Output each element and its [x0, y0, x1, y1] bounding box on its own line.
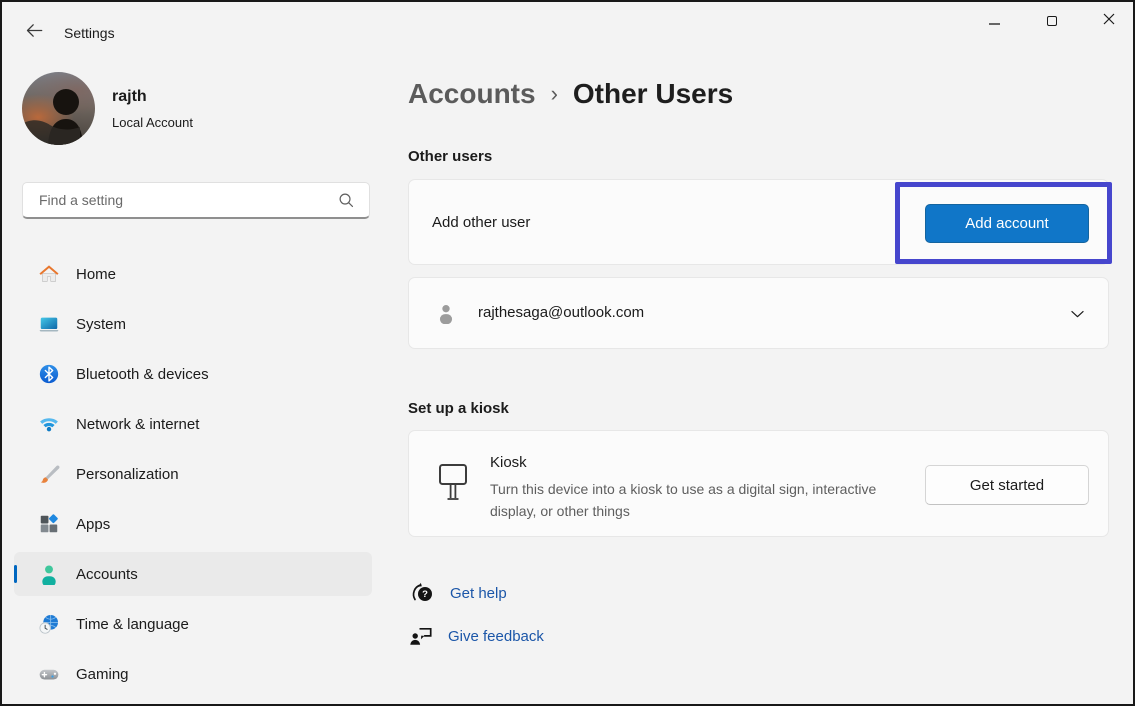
- time-language-icon: [38, 613, 60, 635]
- back-button[interactable]: [18, 18, 50, 48]
- user-avatar[interactable]: [22, 72, 95, 145]
- close-icon: [1103, 12, 1115, 30]
- give-feedback-link[interactable]: Give feedback: [406, 623, 544, 650]
- breadcrumb-accounts[interactable]: Accounts: [408, 78, 536, 110]
- sidebar-item-gaming[interactable]: Gaming: [14, 652, 372, 696]
- sidebar-item-accounts[interactable]: Accounts: [14, 552, 372, 596]
- maximize-icon: [1047, 16, 1057, 26]
- sidebar-item-label: Personalization: [76, 466, 179, 483]
- sidebar-item-bluetooth-devices[interactable]: Bluetooth & devices: [14, 352, 372, 396]
- person-icon: [435, 302, 457, 324]
- gaming-icon: [38, 663, 60, 685]
- kiosk-title: Kiosk: [490, 454, 527, 471]
- chevron-down-icon[interactable]: [1068, 304, 1087, 323]
- svg-text:?: ?: [422, 589, 428, 600]
- apps-icon: [38, 513, 60, 535]
- get-help-label: Get help: [450, 585, 507, 602]
- personalization-icon: [38, 463, 60, 485]
- sidebar-item-label: Accounts: [76, 566, 138, 583]
- add-other-user-label: Add other user: [432, 214, 530, 231]
- minimize-button[interactable]: [971, 4, 1017, 38]
- page-title: Other Users: [573, 78, 733, 110]
- sidebar-item-home[interactable]: Home: [14, 252, 372, 296]
- add-account-button[interactable]: Add account: [925, 204, 1089, 243]
- sidebar-item-label: Home: [76, 266, 116, 283]
- account-email: rajthesaga@outlook.com: [478, 304, 644, 321]
- back-arrow-icon: [24, 20, 45, 46]
- sidebar-item-label: Gaming: [76, 666, 129, 683]
- sidebar-item-label: Apps: [76, 516, 110, 533]
- sidebar-item-label: Bluetooth & devices: [76, 366, 209, 383]
- system-icon: [38, 313, 60, 335]
- sidebar-item-personalization[interactable]: Personalization: [14, 452, 372, 496]
- breadcrumb: Accounts › Other Users: [408, 78, 733, 110]
- give-feedback-label: Give feedback: [448, 628, 544, 645]
- sidebar-item-label: System: [76, 316, 126, 333]
- kiosk-description: Turn this device into a kiosk to use as …: [490, 478, 920, 522]
- search-icon: [338, 192, 355, 209]
- accounts-icon: [38, 563, 60, 585]
- sidebar-item-network-internet[interactable]: Network & internet: [14, 402, 372, 446]
- network-icon: [38, 413, 60, 435]
- other-users-heading: Other users: [408, 148, 492, 165]
- search-box[interactable]: [22, 182, 370, 219]
- sidebar-item-time-language[interactable]: Time & language: [14, 602, 372, 646]
- user-name: rajth: [112, 88, 147, 106]
- get-help-icon: ?: [408, 580, 438, 607]
- window-title: Settings: [64, 25, 115, 41]
- breadcrumb-separator: ›: [551, 81, 558, 107]
- sidebar-item-label: Network & internet: [76, 416, 199, 433]
- close-button[interactable]: [1086, 4, 1132, 38]
- kiosk-section-heading: Set up a kiosk: [408, 400, 509, 417]
- sidebar-item-system[interactable]: System: [14, 302, 372, 346]
- bluetooth-icon: [38, 363, 60, 385]
- user-account-type: Local Account: [112, 115, 193, 130]
- get-started-button[interactable]: Get started: [925, 465, 1089, 505]
- give-feedback-icon: [406, 623, 436, 650]
- sidebar-item-label: Time & language: [76, 616, 189, 633]
- search-input[interactable]: [23, 192, 338, 208]
- maximize-button[interactable]: [1029, 4, 1075, 38]
- get-help-link[interactable]: ? Get help: [408, 580, 507, 607]
- sidebar-item-apps[interactable]: Apps: [14, 502, 372, 546]
- sidebar-nav: Home System Bluetooth & devices Network …: [14, 252, 372, 702]
- minimize-icon: [989, 12, 1000, 30]
- selected-indicator: [14, 565, 17, 583]
- home-icon: [38, 263, 60, 285]
- kiosk-icon: [437, 462, 469, 508]
